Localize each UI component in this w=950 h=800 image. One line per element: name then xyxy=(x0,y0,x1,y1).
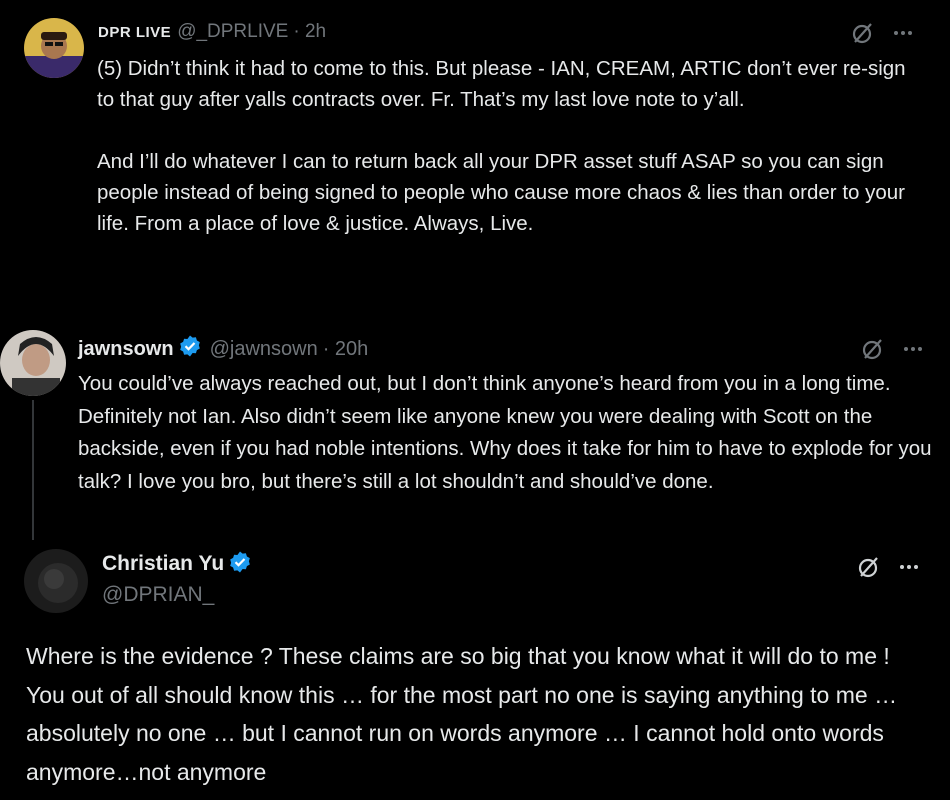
tweet-christian-yu[interactable]: Christian Yu @DPRIAN_ Where is the evide… xyxy=(0,540,950,800)
author-handle[interactable]: @jawnsown xyxy=(210,338,318,361)
tweet-paragraph: You could’ve always reached out, but I d… xyxy=(78,372,932,493)
timestamp[interactable]: · 20h xyxy=(323,338,369,361)
more-dots-icon[interactable] xyxy=(890,20,916,46)
thread-line xyxy=(32,400,34,540)
tweet-text: You could’ve always reached out, but I d… xyxy=(78,368,938,498)
tweet-text: Where is the evidence ? These claims are… xyxy=(26,637,931,791)
author-handle[interactable]: @_DPRLIVE xyxy=(177,21,288,43)
timestamp[interactable]: · 2h xyxy=(293,21,326,43)
avatar[interactable] xyxy=(24,18,84,78)
tweet-dprlive[interactable]: DPR LIVE @_DPRLIVE · 2h (5) Didn’t think… xyxy=(0,0,950,322)
tweet-paragraph: (5) Didn’t think it had to come to this.… xyxy=(97,57,906,111)
grok-slash-circle-icon[interactable] xyxy=(850,20,876,46)
tweet-header: DPR LIVE @_DPRLIVE · 2h xyxy=(98,20,326,44)
tweet-actions xyxy=(850,20,916,46)
verified-badge-icon xyxy=(178,334,202,364)
author-handle[interactable]: @DPRIAN_ xyxy=(102,583,214,607)
tweet-jawnsown[interactable]: jawnsown @jawnsown · 20h You could’ve al… xyxy=(0,322,950,540)
tweet-header: Christian Yu xyxy=(102,551,252,577)
tweet-actions xyxy=(860,336,926,362)
more-dots-icon[interactable] xyxy=(900,336,926,362)
author-name[interactable]: jawnsown xyxy=(78,338,174,361)
avatar[interactable] xyxy=(0,330,66,396)
tweet-header: jawnsown @jawnsown · 20h xyxy=(78,334,369,364)
tweet-text: (5) Didn’t think it had to come to this.… xyxy=(97,53,907,239)
author-name[interactable]: Christian Yu xyxy=(102,552,224,576)
grok-slash-circle-icon[interactable] xyxy=(856,554,882,580)
author-name[interactable]: DPR LIVE xyxy=(98,24,171,41)
handle-row: @DPRIAN_ xyxy=(102,582,214,608)
tweet-paragraph: And I’ll do whatever I can to return bac… xyxy=(97,150,905,235)
tweet-paragraph: Where is the evidence ? These claims are… xyxy=(26,643,898,785)
avatar[interactable] xyxy=(24,549,88,613)
tweet-actions xyxy=(856,554,922,580)
verified-badge-icon xyxy=(228,550,252,579)
grok-slash-circle-icon[interactable] xyxy=(860,336,886,362)
more-dots-icon[interactable] xyxy=(896,554,922,580)
